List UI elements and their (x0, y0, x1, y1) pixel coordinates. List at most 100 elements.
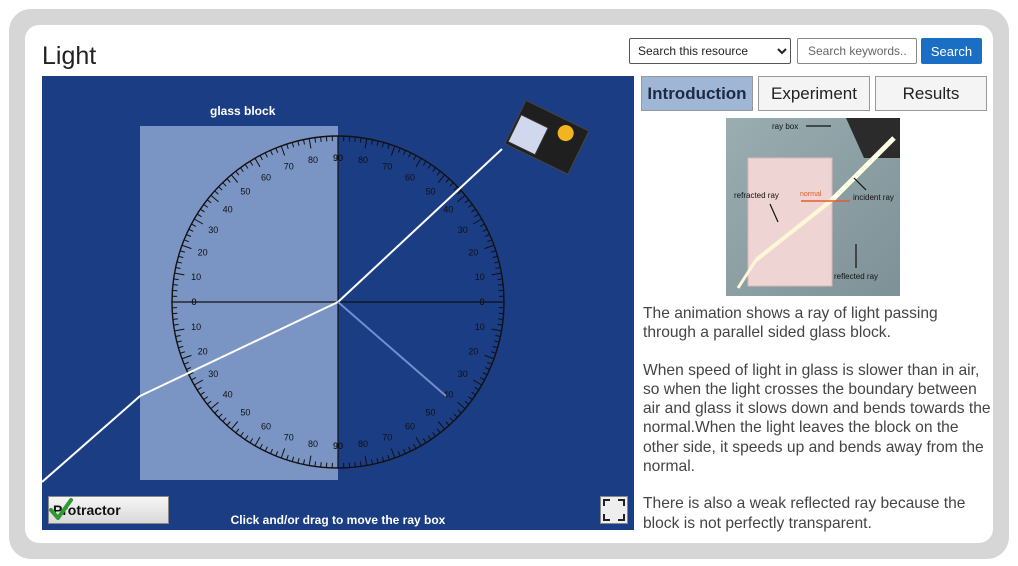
protractor-tick (484, 244, 495, 250)
protractor-tick (437, 174, 446, 183)
protractor-tick-label: 80 (358, 155, 368, 165)
protractor-tick (491, 328, 502, 332)
photo-glass-block (747, 157, 833, 287)
protractor-tick (314, 137, 317, 143)
protractor-tick (484, 367, 490, 370)
protractor-tick (413, 443, 417, 449)
protractor-tick-label: 70 (382, 432, 392, 442)
protractor-tick-label: 80 (308, 155, 318, 165)
search-input[interactable] (797, 38, 917, 64)
protractor-tick (422, 160, 427, 166)
glass-block (140, 126, 338, 480)
protractor-tick (427, 435, 432, 440)
tab-results[interactable]: Results (875, 76, 987, 111)
intro-paragraph-1: The animation shows a ray of light passi… (643, 305, 938, 342)
protractor-tick (484, 234, 490, 237)
protractor-tick (494, 261, 500, 264)
glass-block-photo: ray box refracted ray normal incident ra… (726, 118, 900, 296)
protractor-tick-label: 0 (479, 297, 484, 307)
protractor-tick (472, 379, 483, 386)
protractor-tick-label: 10 (191, 322, 201, 332)
protractor-tick (403, 150, 406, 156)
protractor-tick-label: 40 (443, 204, 453, 214)
protractor-tick (381, 142, 385, 148)
protractor-tick (497, 323, 503, 326)
protractor-tick (492, 345, 498, 349)
protractor-tick (453, 186, 458, 191)
simulation-hint: Click and/or drag to move the ray box (230, 513, 446, 527)
protractor-tick (314, 461, 317, 467)
protractor-tick (364, 138, 368, 149)
protractor-tick (472, 218, 483, 225)
protractor-tick (495, 334, 501, 338)
intro-paragraph-3: There is also a weak reflected ray becau… (643, 495, 966, 532)
protractor-tick (415, 157, 422, 168)
protractor-tick-label: 60 (405, 172, 415, 182)
protractor-tick (471, 208, 476, 213)
protractor-tick (449, 417, 454, 422)
protractor-tick (464, 199, 470, 204)
protractor-tick (436, 428, 441, 434)
search-button[interactable]: Search (921, 38, 982, 64)
protractor-tick-label: 50 (426, 407, 436, 417)
tab-experiment[interactable]: Experiment (758, 76, 870, 111)
protractor-tick (364, 455, 368, 466)
protractor-tick (464, 400, 470, 405)
protractor-tick-label: 50 (426, 187, 436, 197)
protractor-tick (173, 278, 179, 281)
protractor-tick (415, 436, 422, 447)
protractor-tick (172, 284, 178, 286)
protractor-tick (449, 182, 454, 187)
protractor-tick (474, 213, 480, 218)
protractor-tick (387, 143, 390, 150)
tab-bar: Introduction Experiment Results (641, 76, 987, 112)
protractor-tick (437, 421, 446, 430)
protractor-tick (408, 446, 412, 452)
protractor-tick (376, 458, 379, 464)
protractor-tick (354, 136, 356, 142)
protractor-tick-label: 30 (458, 369, 468, 379)
protractor-tick-label: 20 (198, 248, 208, 258)
tab-introduction[interactable]: Introduction (641, 76, 753, 111)
protractor-tick-label: 40 (223, 204, 233, 214)
emergent-ray (42, 395, 141, 483)
photo-label-refracted: refracted ray (734, 191, 779, 200)
protractor-tick (484, 354, 495, 360)
protractor-tick (457, 401, 466, 410)
protractor-tick (467, 204, 473, 208)
protractor-tick (359, 461, 362, 467)
photo-label-reflected: reflected ray (834, 272, 878, 281)
protractor-tick-label: 0 (191, 297, 196, 307)
protractor-tick (370, 459, 374, 465)
protractor-tick (397, 451, 401, 457)
protractor-tick (492, 255, 498, 259)
protractor-tick (490, 351, 497, 354)
page-title: Light (42, 42, 97, 70)
protractor-tick (376, 140, 379, 146)
protractor-tick (491, 272, 502, 276)
reflected-ray (337, 301, 447, 397)
protractor-tick-label: 40 (223, 390, 233, 400)
protractor-tick-label: 60 (261, 422, 271, 432)
protractor-tick (487, 239, 493, 243)
protractor-tick (445, 421, 450, 426)
protractor-tick (482, 228, 488, 232)
protractor-tick-label: 70 (284, 432, 294, 442)
protractor-tick (479, 223, 485, 227)
photo-label-incident: incident ray (853, 193, 894, 202)
protractor-tick-label: 20 (468, 346, 478, 356)
search-scope-select[interactable]: Search this resource (629, 38, 791, 64)
protractor-tick (397, 147, 401, 153)
protractor-tick (387, 454, 390, 461)
protractor-tick (359, 137, 362, 143)
protractor-tick (390, 145, 396, 156)
protractor-tick-label: 30 (208, 369, 218, 379)
protractor-tick-label: 80 (308, 439, 318, 449)
protractor-tick (320, 136, 322, 142)
protractor-tick-label: 50 (240, 187, 250, 197)
protractor-tick (172, 318, 178, 320)
protractor-tick-label: 60 (261, 172, 271, 182)
ray-simulation[interactable]: 90 80 70 60 50 40 30 20 10 0 90 80 70 60 50 40 30 20 10 0 90… (42, 76, 634, 530)
protractor-tick-label: 50 (240, 407, 250, 417)
protractor-tick (498, 318, 504, 320)
